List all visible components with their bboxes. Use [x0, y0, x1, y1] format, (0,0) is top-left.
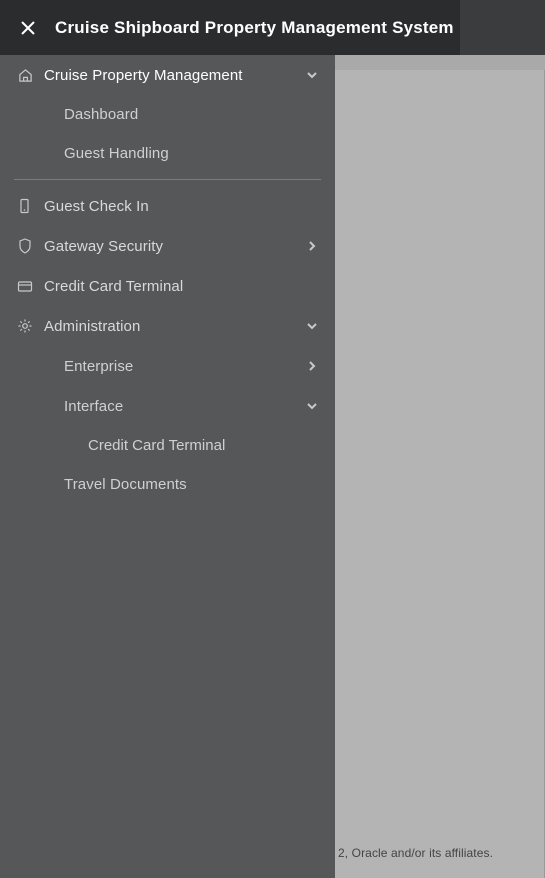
- nav-guest-handling[interactable]: Guest Handling: [0, 134, 335, 173]
- close-icon: [19, 19, 37, 37]
- copyright-text: 2, Oracle and/or its affiliates.: [338, 846, 493, 860]
- nav-dashboard[interactable]: Dashboard: [0, 95, 335, 134]
- nav-label: Guest Handling: [64, 145, 321, 162]
- nav-gateway-security[interactable]: Gateway Security: [0, 226, 335, 266]
- card-icon: [16, 277, 34, 295]
- nav-credit-card-terminal-sub[interactable]: Credit Card Terminal: [0, 426, 335, 465]
- chevron-down-icon: [303, 397, 321, 415]
- nav-guest-check-in[interactable]: Guest Check In: [0, 186, 335, 226]
- chevron-right-icon: [303, 357, 321, 375]
- home-icon: [16, 66, 34, 84]
- sidebar-nav: Cruise Property Management Dashboard Gue…: [0, 55, 335, 878]
- nav-credit-card-terminal[interactable]: Credit Card Terminal: [0, 266, 335, 306]
- nav-label: Gateway Security: [44, 238, 303, 255]
- nav-interface[interactable]: Interface: [0, 386, 335, 426]
- top-bar: Cruise Shipboard Property Management Sys…: [0, 0, 545, 55]
- nav-label: Guest Check In: [44, 198, 321, 215]
- gear-icon: [16, 317, 34, 335]
- nav-label: Credit Card Terminal: [44, 278, 321, 295]
- close-button[interactable]: [0, 0, 55, 55]
- nav-label: Cruise Property Management: [44, 67, 303, 84]
- nav-label: Administration: [44, 318, 303, 335]
- chevron-down-icon: [303, 317, 321, 335]
- chevron-right-icon: [303, 237, 321, 255]
- nav-label: Enterprise: [64, 358, 303, 375]
- nav-label: Dashboard: [64, 106, 321, 123]
- chevron-down-icon: [303, 66, 321, 84]
- top-bar-right-section: [460, 0, 545, 55]
- nav-label: Travel Documents: [64, 476, 321, 493]
- nav-label: Credit Card Terminal: [88, 437, 225, 454]
- shield-icon: [16, 237, 34, 255]
- app-title: Cruise Shipboard Property Management Sys…: [55, 18, 454, 38]
- nav-label: Interface: [64, 398, 303, 415]
- device-icon: [16, 197, 34, 215]
- nav-divider: [14, 179, 321, 180]
- nav-travel-documents[interactable]: Travel Documents: [0, 465, 335, 504]
- nav-enterprise[interactable]: Enterprise: [0, 346, 335, 386]
- nav-cruise-property-management[interactable]: Cruise Property Management: [0, 55, 335, 95]
- nav-administration[interactable]: Administration: [0, 306, 335, 346]
